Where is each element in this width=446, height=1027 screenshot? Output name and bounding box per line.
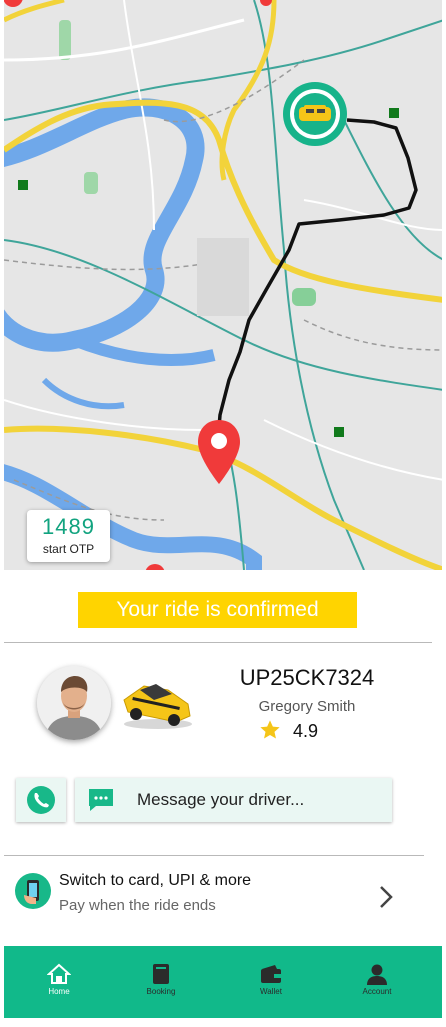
driver-name: Gregory Smith (258, 698, 356, 715)
home-icon (47, 963, 71, 984)
ride-confirmed-banner: Your ride is confirmed (78, 592, 357, 628)
otp-code: 1489 (42, 514, 95, 539)
divider (4, 855, 424, 856)
nav-item-wallet[interactable]: Wallet (231, 946, 311, 1018)
payment-switch-subtitle: Pay when the ride ends (59, 897, 216, 914)
otp-card: 1489 start OTP (27, 510, 110, 562)
bottom-navigation: Home Booking Wallet Account (4, 946, 442, 1018)
app-screen: 1489 start OTP Your ride is confirmed UP… (4, 0, 442, 1022)
taxi-car-icon (123, 684, 192, 729)
chevron-right-icon[interactable] (376, 884, 396, 910)
driver-rating: 4.9 (293, 721, 319, 741)
message-placeholder: Message your driver... (137, 790, 305, 809)
phone-icon (27, 786, 55, 814)
book-icon (153, 964, 169, 984)
nav-label-booking: Booking (146, 987, 176, 996)
avatar-icon (37, 666, 111, 740)
map-view[interactable]: 1489 start OTP (4, 0, 442, 570)
nav-label-wallet: Wallet (260, 987, 282, 996)
message-driver-button[interactable]: Message your driver... (75, 778, 392, 822)
driver-avatar[interactable] (37, 666, 111, 740)
nav-label-account: Account (362, 987, 392, 996)
otp-label: start OTP (42, 542, 95, 556)
map-placeholder-block (197, 238, 249, 316)
destination-pin-icon[interactable] (196, 418, 242, 486)
call-driver-button[interactable] (16, 778, 66, 822)
account-icon (367, 964, 387, 985)
nav-item-account[interactable]: Account (337, 946, 417, 1018)
chat-icon (89, 789, 113, 811)
nav-item-home[interactable]: Home (19, 946, 99, 1018)
wallet-icon (261, 965, 281, 983)
vehicle-plate: UP25CK7324 (239, 665, 375, 690)
divider (4, 642, 432, 643)
nav-label-home: Home (48, 987, 70, 996)
payment-switch-title[interactable]: Switch to card, UPI & more (59, 872, 251, 890)
star-icon (260, 720, 280, 739)
phone-payment-icon (15, 873, 51, 909)
taxi-location-marker[interactable] (281, 80, 349, 148)
nav-item-booking[interactable]: Booking (121, 946, 201, 1018)
